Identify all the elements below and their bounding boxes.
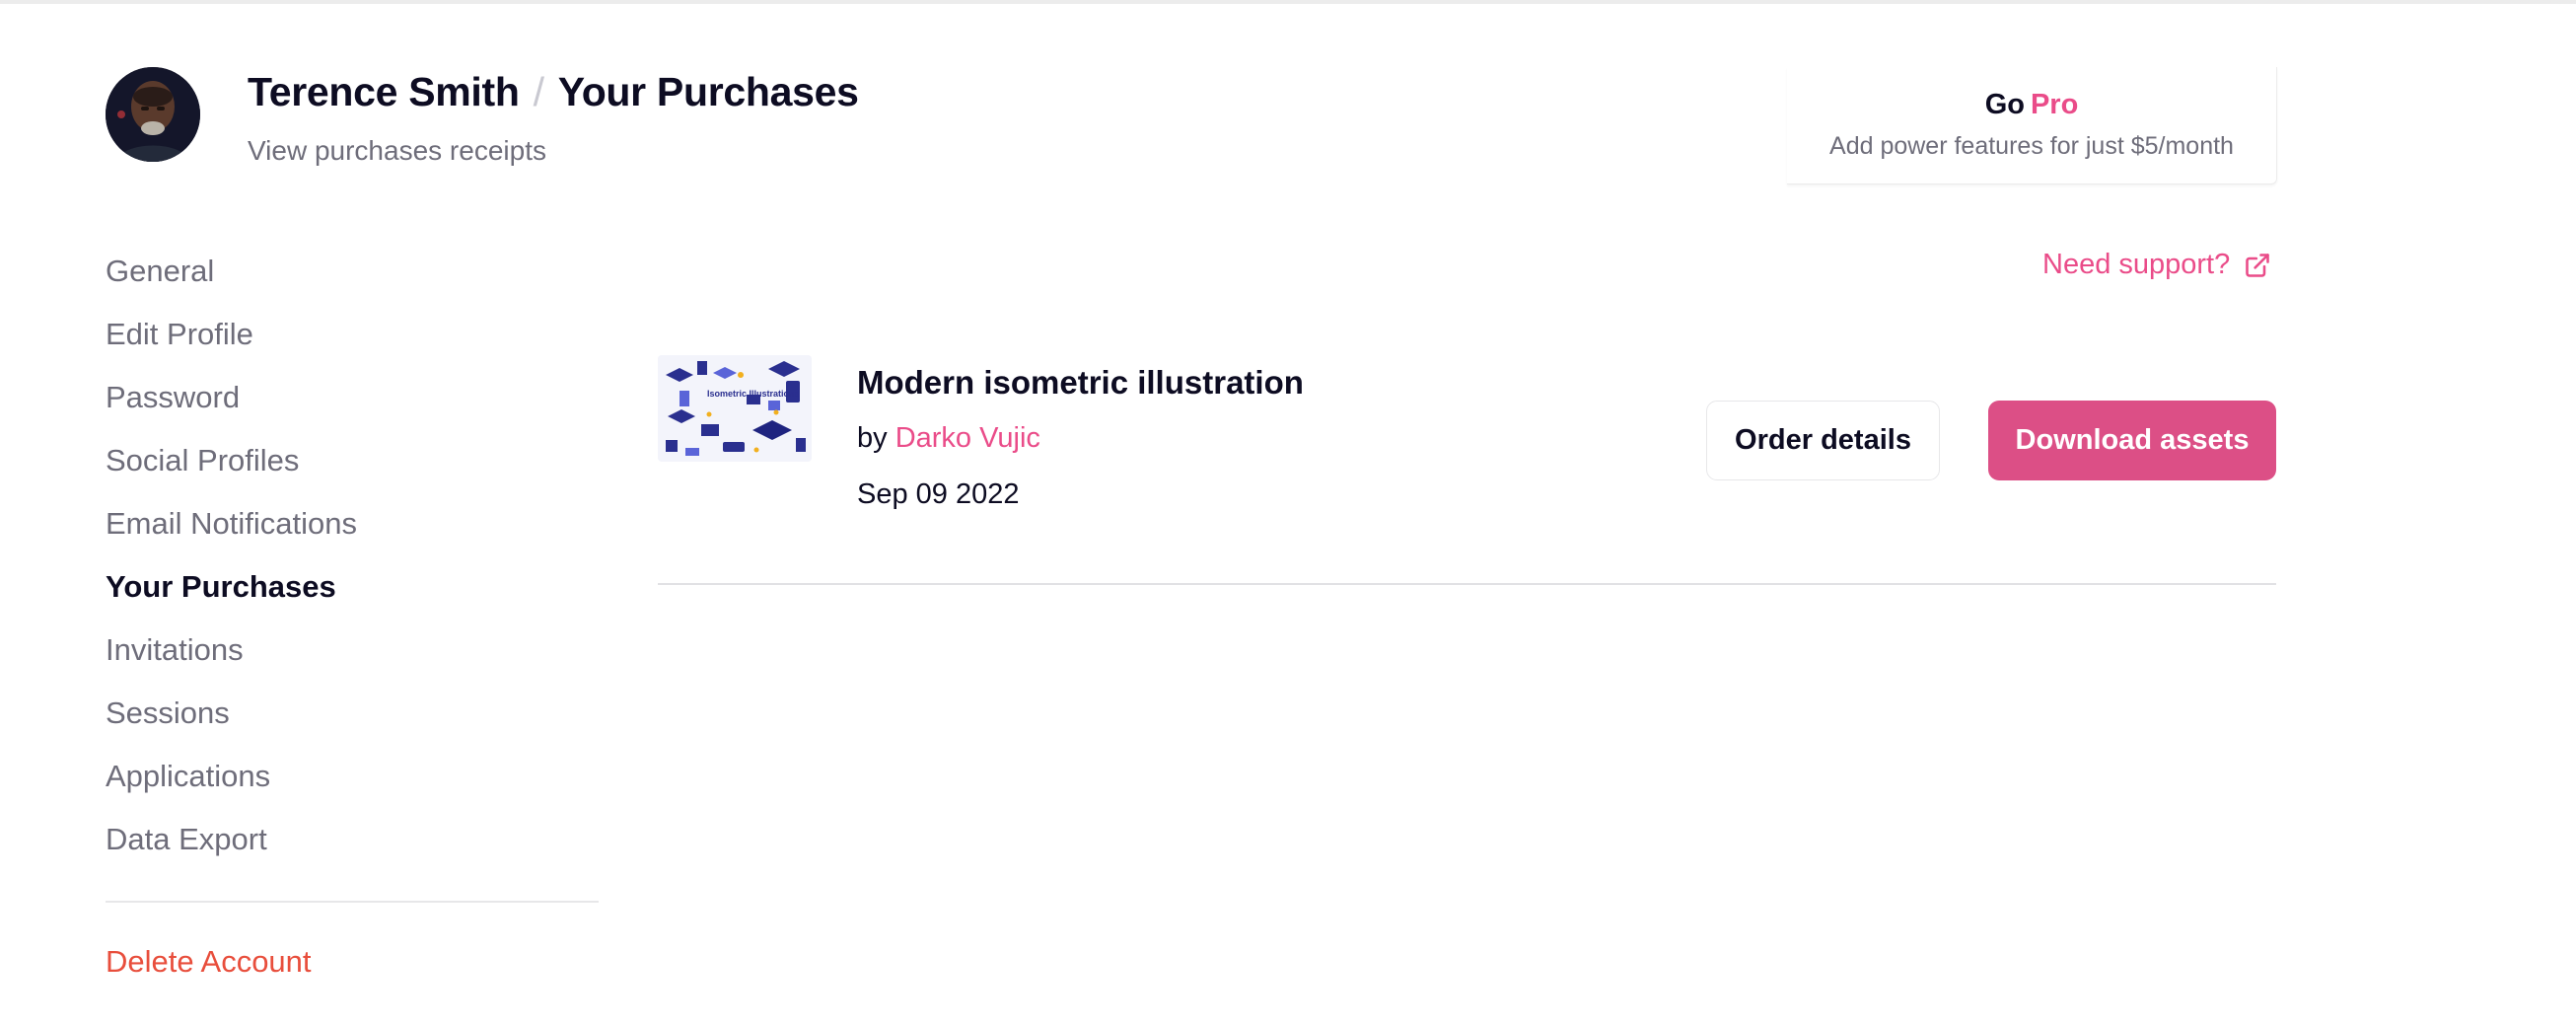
sidebar-item-data-export[interactable]: Data Export bbox=[106, 815, 599, 878]
purchase-title[interactable]: Modern isometric illustration bbox=[857, 364, 1304, 402]
page-name: Your Purchases bbox=[557, 69, 859, 114]
order-details-button[interactable]: Order details bbox=[1706, 401, 1940, 480]
delete-account-link[interactable]: Delete Account bbox=[106, 944, 312, 980]
isometric-illustration-image: Isometric Illustrations bbox=[658, 355, 812, 462]
go-pro-title: Go Pro bbox=[1787, 89, 2276, 121]
settings-sidebar: General Edit Profile Password Social Pro… bbox=[106, 247, 599, 878]
author-link[interactable]: Darko Vujic bbox=[895, 422, 1040, 454]
sidebar-item-applications[interactable]: Applications bbox=[106, 752, 599, 815]
user-name[interactable]: Terence Smith bbox=[248, 69, 520, 114]
sidebar-item-edit-profile[interactable]: Edit Profile bbox=[106, 310, 599, 373]
purchase-date: Sep 09 2022 bbox=[857, 478, 1020, 510]
download-assets-button[interactable]: Download assets bbox=[1988, 401, 2276, 480]
page-title: Terence Smith / Your Purchases bbox=[248, 69, 859, 115]
sidebar-item-your-purchases[interactable]: Your Purchases bbox=[106, 562, 599, 625]
page-subtitle: View purchases receipts bbox=[248, 135, 546, 166]
sidebar-item-email-notifications[interactable]: Email Notifications bbox=[106, 499, 599, 562]
sidebar-item-social-profiles[interactable]: Social Profiles bbox=[106, 436, 599, 499]
thumbnail-caption: Isometric Illustrations bbox=[707, 389, 800, 399]
by-prefix: by bbox=[857, 422, 888, 454]
go-pro-card[interactable]: Go Pro Add power features for just $5/mon… bbox=[1787, 67, 2277, 184]
external-link-icon bbox=[2244, 252, 2271, 279]
sidebar-item-password[interactable]: Password bbox=[106, 373, 599, 436]
need-support-label: Need support? bbox=[2042, 249, 2231, 280]
top-border bbox=[0, 0, 2576, 4]
need-support-link[interactable]: Need support? bbox=[2042, 249, 2271, 281]
sidebar-divider bbox=[106, 901, 599, 903]
title-separator: / bbox=[533, 69, 544, 114]
pro-label: Pro bbox=[2030, 89, 2079, 120]
purchase-row-divider bbox=[658, 583, 2276, 585]
sidebar-item-invitations[interactable]: Invitations bbox=[106, 625, 599, 689]
go-pro-description: Add power features for just $5/month bbox=[1829, 132, 2234, 160]
purchase-thumbnail[interactable]: Isometric Illustrations bbox=[658, 355, 812, 462]
purchase-author-line: by Darko Vujic bbox=[857, 422, 1040, 455]
go-label: Go bbox=[1984, 89, 2025, 120]
sidebar-item-sessions[interactable]: Sessions bbox=[106, 689, 599, 752]
avatar-photo bbox=[106, 67, 200, 162]
sidebar-item-general[interactable]: General bbox=[106, 247, 599, 310]
avatar[interactable] bbox=[106, 67, 200, 162]
